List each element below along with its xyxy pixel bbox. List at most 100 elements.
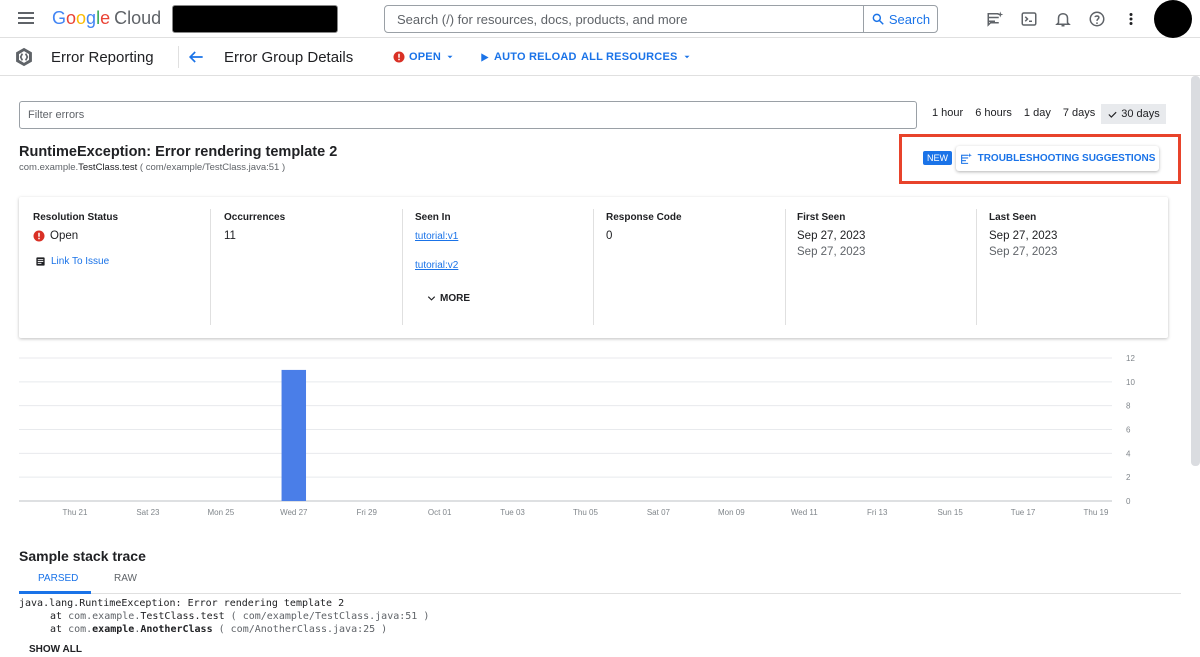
google-cloud-logo[interactable]: Google Cloud bbox=[52, 8, 161, 29]
x-tick-label: Oct 01 bbox=[428, 508, 452, 517]
search-button[interactable]: Search bbox=[863, 6, 937, 32]
logo-letter: g bbox=[86, 8, 97, 28]
tab-parsed[interactable]: PARSED bbox=[38, 573, 78, 584]
time-range-1h[interactable]: 1 hour bbox=[926, 104, 969, 124]
auto-reload-button[interactable]: AUTO RELOAD bbox=[479, 51, 577, 63]
time-range-selector: 1 hour 6 hours 1 day 7 days 30 days bbox=[926, 104, 1166, 124]
resolution-status-value[interactable]: Open bbox=[33, 230, 78, 242]
error-status-icon bbox=[393, 51, 405, 63]
time-range-30d[interactable]: 30 days bbox=[1101, 104, 1166, 124]
y-tick-label: 6 bbox=[1126, 426, 1131, 435]
y-tick-label: 2 bbox=[1126, 473, 1131, 482]
column-header: Occurrences bbox=[224, 212, 286, 223]
back-arrow-icon[interactable] bbox=[186, 47, 206, 67]
y-tick-label: 10 bbox=[1126, 378, 1135, 387]
more-vert-icon[interactable] bbox=[1114, 0, 1148, 38]
trace-at: at bbox=[50, 624, 69, 635]
suggestions-icon bbox=[960, 153, 972, 164]
time-range-7d[interactable]: 7 days bbox=[1057, 104, 1101, 124]
column-header: Resolution Status bbox=[33, 212, 119, 223]
x-tick-label: Sat 07 bbox=[647, 508, 671, 517]
occurrences-chart: 0 2 4 6 8 10 12 Thu 21 Sat 23 Mon 25 Wed 27 Fri 29 O… bbox=[19, 354, 1135, 517]
show-all-button[interactable]: SHOW ALL bbox=[29, 644, 82, 655]
play-icon bbox=[481, 52, 489, 62]
location-file: ( com/example/TestClass.java:51 ) bbox=[137, 162, 286, 173]
terminal-icon[interactable] bbox=[1012, 0, 1046, 38]
hamburger-icon[interactable] bbox=[18, 12, 34, 24]
trace-frame: at com.example.TestClass.test ( com/exam… bbox=[19, 610, 429, 623]
trace-package: example bbox=[92, 624, 135, 635]
seen-in-column: Seen In tutorial:v1 tutorial:v2 MORE bbox=[402, 197, 593, 325]
tab-raw[interactable]: RAW bbox=[114, 573, 137, 584]
trace-exception-line: java.lang.RuntimeException: Error render… bbox=[19, 598, 345, 609]
details-card: Resolution Status Open Link To Issue Occ… bbox=[19, 197, 1168, 338]
y-tick-label: 0 bbox=[1126, 497, 1131, 506]
seen-in-link[interactable]: tutorial:v1 bbox=[415, 231, 458, 242]
more-button[interactable]: MORE bbox=[426, 293, 470, 304]
avatar[interactable] bbox=[1154, 0, 1192, 38]
x-tick-label: Sat 23 bbox=[136, 508, 160, 517]
seen-in-link[interactable]: tutorial:v2 bbox=[415, 260, 458, 271]
column-divider bbox=[976, 209, 977, 325]
stack-trace-title: Sample stack trace bbox=[19, 548, 146, 564]
dropdown-arrow-icon bbox=[684, 55, 690, 59]
occurrences-column: Occurrences 11 bbox=[210, 197, 401, 325]
gemini-icon[interactable] bbox=[978, 0, 1012, 38]
x-tick-label: Fri 13 bbox=[867, 508, 888, 517]
active-tab-indicator bbox=[19, 591, 91, 594]
chart-bar bbox=[281, 369, 307, 501]
link-to-issue-button[interactable]: Link To Issue bbox=[35, 256, 109, 267]
logo-letter: e bbox=[100, 8, 111, 28]
logo-letter: o bbox=[76, 8, 87, 28]
bell-icon[interactable] bbox=[1046, 0, 1080, 38]
trace-method: TestClass.test bbox=[140, 611, 225, 622]
link-to-issue-label: Link To Issue bbox=[51, 256, 110, 267]
stack-trace-text: java.lang.RuntimeException: Error render… bbox=[19, 597, 429, 636]
status-text: Open bbox=[50, 230, 79, 242]
search-input[interactable]: Search (/) for resources, docs, products… bbox=[385, 6, 863, 32]
logo-letter: o bbox=[66, 8, 77, 28]
top-bar: Google Cloud Search (/) for resources, do… bbox=[0, 0, 1200, 38]
search-button-label: Search bbox=[888, 11, 931, 27]
error-status-icon bbox=[33, 230, 45, 242]
troubleshooting-suggestions-button[interactable]: TROUBLESHOOTING SUGGESTIONS bbox=[956, 146, 1159, 171]
time-range-1d[interactable]: 1 day bbox=[1018, 104, 1057, 124]
location-method: TestClass.test bbox=[78, 162, 138, 173]
scrollbar[interactable] bbox=[1191, 76, 1200, 466]
column-divider bbox=[593, 209, 594, 325]
project-picker[interactable] bbox=[172, 5, 338, 33]
trace-location: ( com/example/TestClass.java:51 ) bbox=[224, 611, 430, 622]
trace-package: com. bbox=[68, 624, 93, 635]
first-seen-value-secondary: Sep 27, 2023 bbox=[797, 246, 866, 258]
dropdown-arrow-icon bbox=[447, 55, 453, 59]
x-tick-label: Mon 09 bbox=[718, 508, 745, 517]
last-seen-value-secondary: Sep 27, 2023 bbox=[989, 246, 1058, 258]
resources-dropdown-button[interactable]: ALL RESOURCES bbox=[581, 51, 692, 63]
resolution-status-column: Resolution Status Open Link To Issue bbox=[19, 197, 210, 325]
logo-letter: G bbox=[52, 8, 67, 28]
response-code-value: 0 bbox=[606, 230, 613, 242]
y-tick-label: 4 bbox=[1126, 449, 1131, 458]
column-divider bbox=[402, 209, 403, 325]
time-range-6h[interactable]: 6 hours bbox=[969, 104, 1018, 124]
x-tick-label: Tue 03 bbox=[500, 508, 525, 517]
trace-package: com. bbox=[68, 611, 93, 622]
status-dropdown-button[interactable]: OPEN bbox=[393, 51, 455, 63]
search-bar[interactable]: Search (/) for resources, docs, products… bbox=[384, 5, 938, 33]
x-tick-label: Mon 25 bbox=[208, 508, 235, 517]
divider bbox=[178, 46, 179, 68]
occurrences-value: 11 bbox=[224, 230, 236, 242]
x-tick-label: Fri 29 bbox=[356, 508, 377, 517]
page-title: Error Group Details bbox=[224, 49, 354, 66]
x-tick-label: Wed 11 bbox=[791, 508, 818, 517]
error-reporting-icon bbox=[16, 47, 32, 67]
resources-label: ALL RESOURCES bbox=[581, 51, 678, 63]
y-tick-label: 12 bbox=[1126, 354, 1135, 363]
location-prefix: com.example. bbox=[19, 162, 79, 173]
error-location: com.example.TestClass.test ( com/example… bbox=[19, 162, 285, 173]
troubleshooting-label: TROUBLESHOOTING SUGGESTIONS bbox=[977, 153, 1156, 164]
filter-input[interactable]: Filter errors bbox=[19, 101, 917, 129]
auto-reload-label: AUTO RELOAD bbox=[494, 51, 577, 63]
help-icon[interactable] bbox=[1080, 0, 1114, 38]
new-badge: NEW bbox=[923, 151, 952, 165]
